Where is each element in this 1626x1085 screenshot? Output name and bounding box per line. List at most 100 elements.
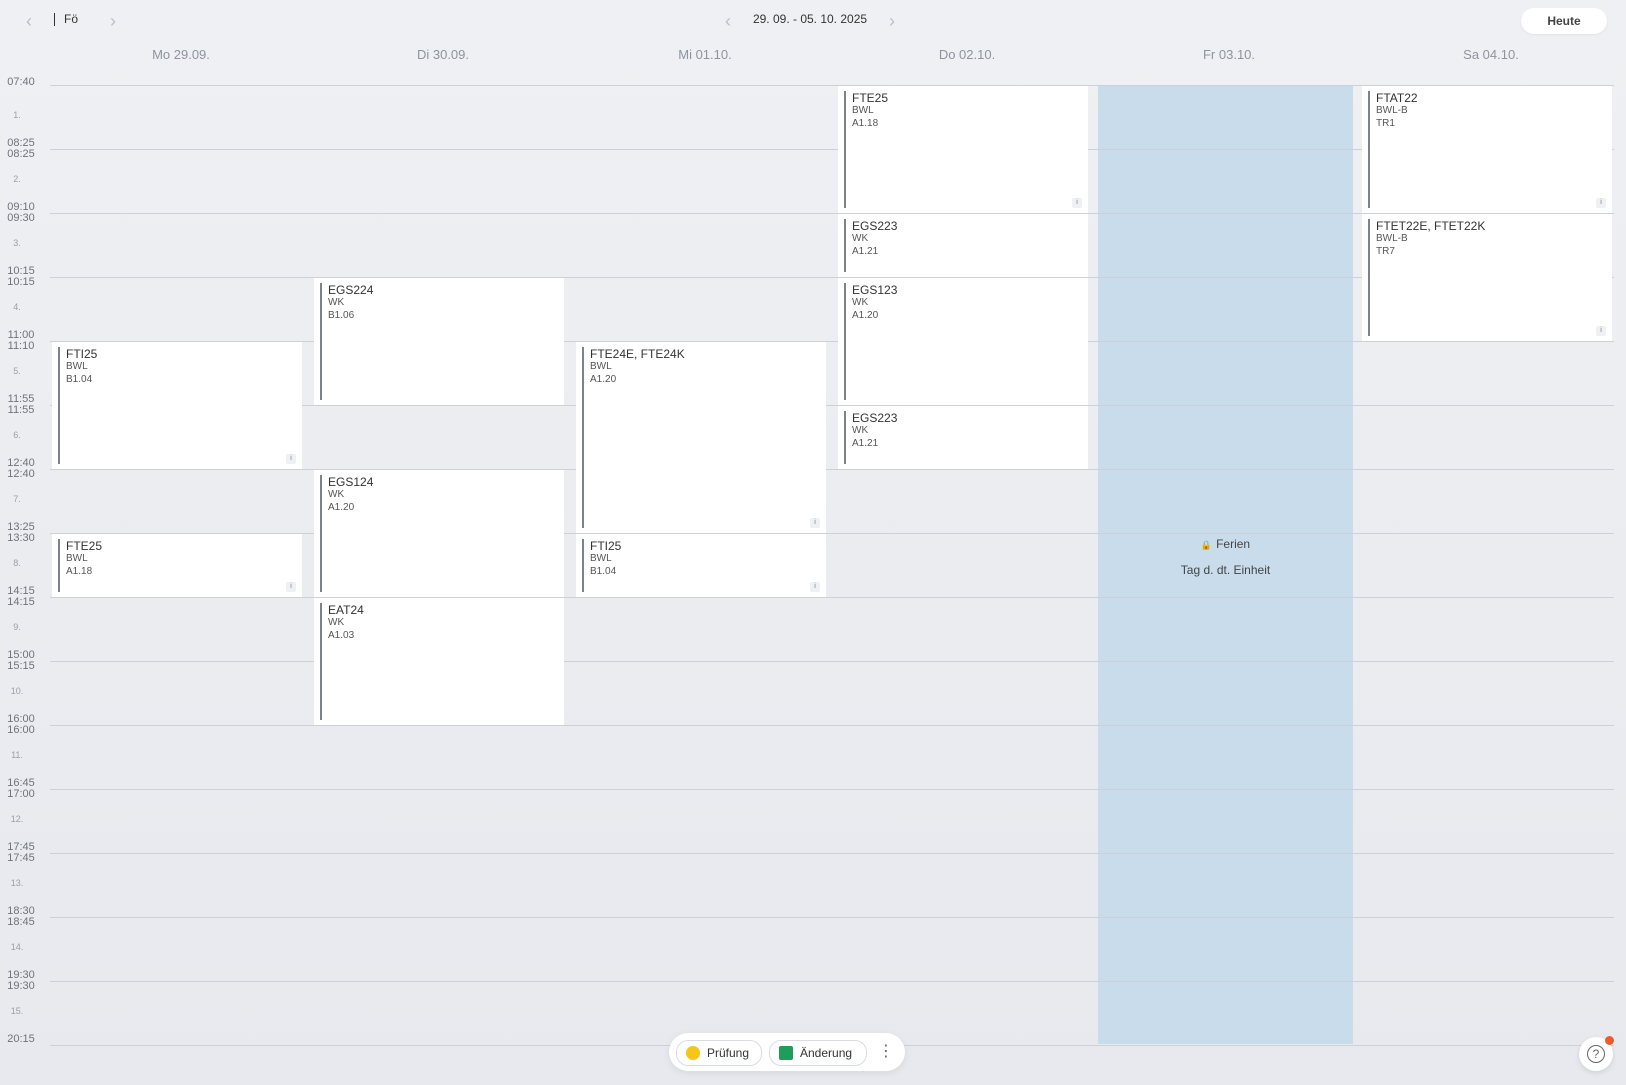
next-week-button[interactable]: ›: [881, 10, 903, 32]
period-number: 15.: [10, 1006, 24, 1016]
lesson-class: EGS223: [852, 411, 898, 425]
lesson-accent-bar: [582, 539, 584, 592]
info-icon[interactable]: i: [810, 582, 820, 592]
lesson-class: EAT24: [328, 603, 364, 617]
next-class-button[interactable]: ›: [102, 10, 124, 32]
lesson-subject: WK: [328, 297, 345, 308]
legend-exam-button[interactable]: Prüfung: [676, 1040, 762, 1066]
period-start-time: 12:40: [7, 468, 35, 480]
lesson-subject: BWL: [590, 361, 612, 372]
help-button[interactable]: ?: [1579, 1036, 1614, 1071]
prev-class-button[interactable]: ‹: [18, 10, 40, 32]
lesson-card[interactable]: EGS224 WK B1.06: [314, 278, 564, 405]
lesson-card[interactable]: FTE24E, FTE24K BWL A1.20 i: [576, 342, 826, 533]
day-header: Sa 04.10.: [1463, 47, 1519, 62]
holiday-title: 🔒 Ferien: [1098, 537, 1353, 551]
lesson-room: A1.18: [852, 118, 879, 129]
day-header: Di 30.09.: [416, 47, 470, 62]
period-number: 9.: [13, 622, 21, 632]
lesson-room: A1.20: [590, 374, 617, 385]
period-start-time: 19:30: [7, 980, 35, 992]
week-range[interactable]: 29. 09. - 05. 10. 2025: [720, 12, 900, 26]
lesson-card[interactable]: FTAT22 BWL-B TR1 i: [1362, 86, 1612, 213]
lesson-room: A1.18: [66, 566, 93, 577]
grid-line: [50, 469, 1614, 470]
legend-change-label: Änderung: [800, 1046, 853, 1060]
notification-dot: [1605, 1036, 1614, 1045]
lesson-room: B1.04: [590, 566, 617, 577]
lesson-card[interactable]: FTE25 BWL A1.18 i: [52, 534, 302, 597]
lesson-room: A1.21: [852, 438, 879, 449]
lesson-card[interactable]: EGS123 WK A1.20: [838, 278, 1088, 405]
more-vertical-icon[interactable]: ⋮: [878, 1041, 894, 1063]
lesson-subject: WK: [852, 233, 869, 244]
lesson-card[interactable]: EGS124 WK A1.20: [314, 470, 564, 597]
day-header: Mi 01.10.: [678, 47, 732, 62]
lesson-accent-bar: [58, 539, 60, 592]
lesson-card[interactable]: FTET22E, FTET22K BWL-B TR7 i: [1362, 214, 1612, 341]
period-number: 3.: [13, 238, 21, 248]
class-name: Fö: [64, 12, 79, 26]
period-start-time: 11:10: [7, 340, 35, 352]
period-start-time: 14:15: [7, 596, 35, 608]
period-number: 10.: [10, 686, 24, 696]
period-number: 5.: [13, 366, 21, 376]
lesson-accent-bar: [58, 347, 60, 464]
period-start-time: 17:45: [7, 852, 35, 864]
grid-line: [50, 661, 1614, 662]
period-start-time: 11:55: [7, 404, 35, 416]
lesson-subject: WK: [328, 489, 345, 500]
lesson-subject: BWL-B: [1376, 233, 1408, 244]
period-start-time: 09:30: [7, 212, 35, 224]
info-icon[interactable]: i: [1596, 326, 1606, 336]
lesson-class: FTE25: [66, 539, 103, 553]
lesson-subject: WK: [852, 425, 869, 436]
info-icon[interactable]: i: [286, 454, 296, 464]
lesson-class: FTI25: [66, 347, 98, 361]
grid-line: [50, 597, 1614, 598]
today-button[interactable]: Heute: [1521, 8, 1607, 34]
period-number: 4.: [13, 302, 21, 312]
info-icon[interactable]: i: [810, 518, 820, 528]
lock-icon: 🔒: [1200, 540, 1213, 550]
lesson-class: EGS123: [852, 283, 898, 297]
day-header: Fr 03.10.: [1202, 47, 1256, 62]
lesson-class: FTE24E, FTE24K: [590, 347, 685, 361]
lesson-card[interactable]: FTE25 BWL A1.18 i: [838, 86, 1088, 213]
lesson-class: FTAT22: [1376, 91, 1418, 105]
period-start-time: 15:15: [7, 660, 35, 672]
lesson-room: A1.20: [852, 310, 879, 321]
lesson-room: TR1: [1376, 118, 1395, 129]
legend-exam-label: Prüfung: [707, 1046, 750, 1060]
lesson-card[interactable]: FTI25 BWL B1.04 i: [52, 342, 302, 469]
lesson-card[interactable]: EAT24 WK A1.03: [314, 598, 564, 725]
lesson-card[interactable]: EGS223 WK A1.21: [838, 214, 1088, 277]
lesson-accent-bar: [844, 91, 846, 208]
holiday-column: 🔒 Ferien Tag d. dt. Einheit: [1098, 85, 1353, 1044]
lesson-subject: BWL-B: [1376, 105, 1408, 116]
lesson-room: A1.03: [328, 630, 355, 641]
info-icon[interactable]: i: [1072, 198, 1082, 208]
period-end-time: 20:15: [7, 1033, 35, 1045]
info-icon[interactable]: i: [286, 582, 296, 592]
lesson-subject: BWL: [66, 553, 88, 564]
period-number: 1.: [13, 110, 21, 120]
lesson-accent-bar: [1368, 219, 1370, 336]
lesson-accent-bar: [320, 475, 322, 592]
lesson-card[interactable]: EGS223 WK A1.21: [838, 406, 1088, 469]
grid-line: [50, 853, 1614, 854]
lesson-room: A1.21: [852, 246, 879, 257]
lesson-card[interactable]: FTI25 BWL B1.04 i: [576, 534, 826, 597]
legend-change-button[interactable]: Änderung: [769, 1040, 867, 1066]
lesson-room: A1.20: [328, 502, 355, 513]
change-color-swatch: [779, 1046, 793, 1060]
lesson-accent-bar: [844, 283, 846, 400]
lesson-accent-bar: [1368, 91, 1370, 208]
class-selector[interactable]: Fö: [54, 12, 79, 27]
info-icon[interactable]: i: [1596, 198, 1606, 208]
lesson-accent-bar: [582, 347, 584, 528]
period-start-time: 07:40: [7, 76, 35, 88]
lesson-subject: BWL: [590, 553, 612, 564]
period-number: 8.: [13, 558, 21, 568]
lesson-class: FTE25: [852, 91, 889, 105]
